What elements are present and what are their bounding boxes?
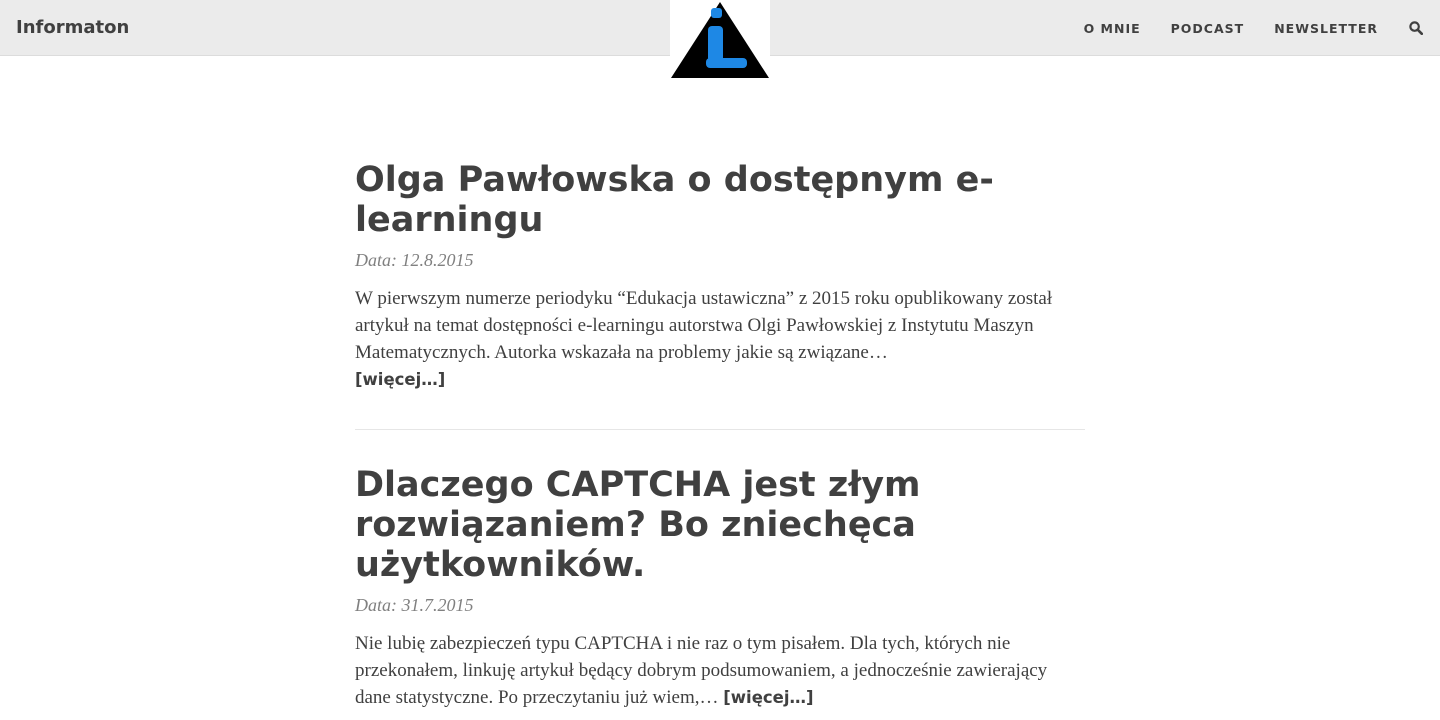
post-excerpt: W pierwszym numerze periodyku “Edukacja …	[355, 285, 1085, 393]
post-list: Olga Pawłowska o dostępnym e-learningu D…	[355, 160, 1085, 711]
post-preview: Dlaczego CAPTCHA jest złym rozwiązaniem?…	[355, 465, 1085, 711]
read-more-link[interactable]: [więcej…]	[723, 688, 813, 707]
post-divider	[355, 429, 1085, 430]
post-date: Data: 31.7.2015	[355, 595, 474, 615]
post-excerpt-text: W pierwszym numerze periodyku “Edukacja …	[355, 288, 1053, 363]
read-more-link[interactable]: [więcej…]	[355, 370, 445, 389]
post-date: Data: 12.8.2015	[355, 250, 474, 270]
main-nav: O MNIE PODCAST NEWSLETTER	[1054, 0, 1424, 56]
nav-item-newsletter[interactable]: NEWSLETTER	[1274, 21, 1378, 36]
post-title-link[interactable]: Olga Pawłowska o dostępnym e-learningu	[355, 160, 1085, 240]
site-logo[interactable]	[670, 0, 770, 80]
nav-item-o-mnie[interactable]: O MNIE	[1084, 21, 1141, 36]
site-brand-link[interactable]: Informaton	[16, 0, 129, 56]
top-navbar: Informaton O MNIE PODCAST NEWSLETTER	[0, 0, 1440, 80]
search-button[interactable]	[1408, 20, 1424, 36]
post-excerpt: Nie lubię zabezpieczeń typu CAPTCHA i ni…	[355, 630, 1085, 711]
post-excerpt-text: Nie lubię zabezpieczeń typu CAPTCHA i ni…	[355, 633, 1048, 708]
nav-item-podcast[interactable]: PODCAST	[1171, 21, 1245, 36]
post-title-link[interactable]: Dlaczego CAPTCHA jest złym rozwiązaniem?…	[355, 465, 1085, 585]
post-preview: Olga Pawłowska o dostępnym e-learningu D…	[355, 160, 1085, 393]
info-triangle-icon	[671, 2, 769, 78]
search-icon	[1409, 21, 1423, 35]
